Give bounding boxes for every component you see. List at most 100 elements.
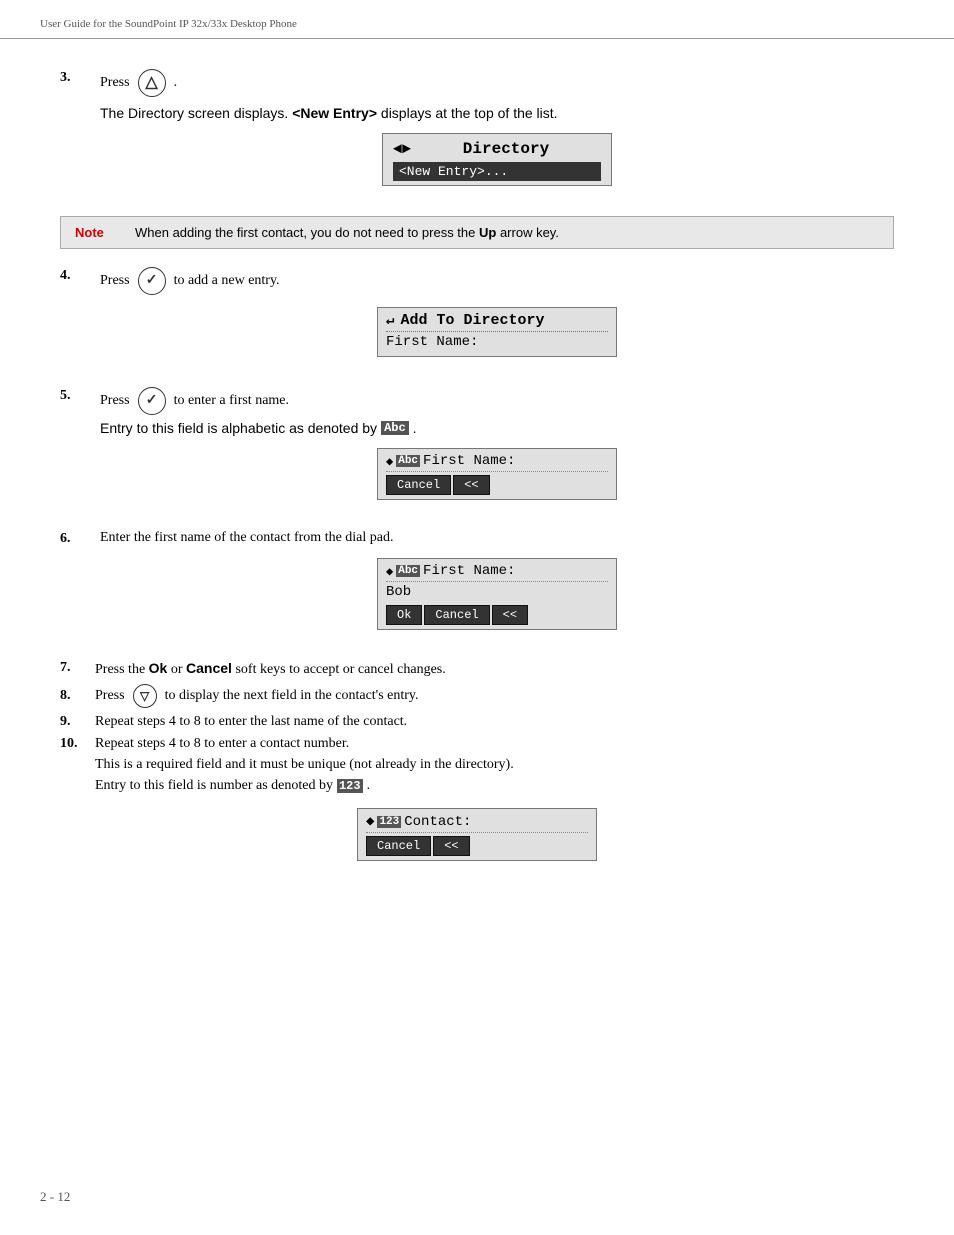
fn-abc-6: Abc: [396, 565, 420, 577]
step-10-sub2-text: Entry to this field is number as denoted…: [95, 778, 333, 794]
step-10-text: Repeat steps 4 to 8 to enter a contact n…: [95, 736, 349, 752]
fn-abc: Abc: [396, 455, 420, 467]
step-8: 8. Press ▽ to display the next field in …: [60, 684, 894, 708]
up-arrow-button[interactable]: △: [138, 69, 166, 97]
up-arrow-icon: △: [145, 75, 157, 91]
backspace-softkey-6[interactable]: <<: [492, 605, 528, 625]
step-7-body: Press the Ok or Cancel soft keys to acce…: [95, 660, 894, 678]
first-name-screen: ◆ Abc First Name: Cancel <<: [377, 448, 617, 500]
step-4-desc: to add a new entry.: [174, 273, 280, 289]
contact-screen-image: ◆ 123 Contact: Cancel <<: [60, 808, 894, 861]
step-5-text: Press ✓ to enter a first name.: [100, 387, 894, 415]
contact-num-label: 123: [377, 816, 401, 828]
step-3-screen: ◄► Directory <New Entry>...: [100, 133, 894, 186]
dir-title: Directory: [411, 140, 601, 158]
ok-softkey-6[interactable]: Ok: [386, 605, 422, 625]
step-10-sub1: This is a required field and it must be …: [95, 757, 514, 773]
contact-diamond-icon: ◆: [366, 813, 374, 830]
contact-cancel-softkey[interactable]: Cancel: [366, 836, 431, 856]
add-dir-header: ↵ Add To Directory: [386, 312, 608, 332]
step-3: 3. Press △ . The Directory screen displa…: [60, 69, 894, 194]
step-5-subtext: Entry to this field is alphabetic as den…: [100, 420, 894, 436]
step-4-screen: ↵ Add To Directory First Name:: [100, 307, 894, 357]
contact-softkeys: Cancel <<: [366, 836, 588, 856]
step-5: 5. Press ✓ to enter a first name. Entry …: [60, 387, 894, 508]
diamond-icon-6: ◆: [386, 564, 393, 579]
step-4-body: Press ✓ to add a new entry. ↵ Add To Dir…: [100, 267, 894, 365]
step-9: 9. Repeat steps 4 to 8 to enter the last…: [60, 714, 894, 730]
step-8-rest: to display the next field in the contact…: [165, 688, 419, 704]
step-8-body: Press ▽ to display the next field in the…: [95, 684, 894, 708]
note-text: When adding the first contact, you do no…: [135, 225, 559, 240]
step-7-or: or: [167, 662, 186, 677]
step-9-num: 9.: [60, 714, 95, 730]
bob-value: Bob: [386, 582, 608, 602]
step-6-number: 6.: [60, 530, 100, 547]
step-10: 10. Repeat steps 4 to 8 to enter a conta…: [60, 736, 894, 794]
backspace-softkey-5[interactable]: <<: [453, 475, 489, 495]
page-header: User Guide for the SoundPoint IP 32x/33x…: [0, 0, 954, 39]
step-6-desc: Enter the first name of the contact from…: [100, 530, 394, 546]
step-7-ok: Ok: [149, 660, 168, 676]
step-7-rest: soft keys to accept or cancel changes.: [232, 662, 446, 677]
step-6-screen: ◆ Abc First Name: Bob Ok Cancel <<: [100, 558, 894, 630]
step-5-screen: ◆ Abc First Name: Cancel <<: [100, 448, 894, 500]
step-6: 6. Enter the first name of the contact f…: [60, 530, 894, 638]
step-7-text: Press the: [95, 662, 149, 677]
dir-new-entry: <New Entry>...: [393, 162, 601, 181]
dir-arrows: ◄►: [393, 141, 411, 158]
step-7-num: 7.: [60, 660, 95, 676]
step-7: 7. Press the Ok or Cancel soft keys to a…: [60, 660, 894, 678]
first-name-bob-screen: ◆ Abc First Name: Bob Ok Cancel <<: [377, 558, 617, 630]
step-5-press: Press: [100, 393, 130, 409]
down-arrow-button[interactable]: ▽: [133, 684, 157, 708]
step-5-number: 5.: [60, 387, 100, 404]
dir-screen-header: ◄► Directory: [393, 138, 601, 160]
softkeys-row-6: Ok Cancel <<: [386, 605, 608, 625]
add-dir-title: Add To Directory: [400, 312, 544, 329]
step-4-press: Press: [100, 273, 130, 289]
cancel-softkey-6[interactable]: Cancel: [424, 605, 489, 625]
step-8-text: Press: [95, 688, 125, 704]
step-10-sub2: Entry to this field is number as denoted…: [95, 778, 514, 794]
step-8-num: 8.: [60, 688, 95, 704]
contact-header: ◆ 123 Contact:: [366, 813, 588, 833]
add-dir-back-arrow: ↵: [386, 312, 394, 329]
step-9-body: Repeat steps 4 to 8 to enter the last na…: [95, 714, 894, 730]
diamond-icon: ◆: [386, 454, 393, 469]
step-5-body: Press ✓ to enter a first name. Entry to …: [100, 387, 894, 508]
fn-header: ◆ Abc First Name:: [386, 453, 608, 472]
page-content: 3. Press △ . The Directory screen displa…: [0, 39, 954, 909]
note-box: Note When adding the first contact, you …: [60, 216, 894, 249]
check-icon-5: ✓: [146, 394, 158, 408]
step-3-description: The Directory screen displays. <New Entr…: [100, 105, 894, 121]
footer-page-number: 2 - 12: [40, 1189, 70, 1204]
directory-screen: ◄► Directory <New Entry>...: [382, 133, 612, 186]
check-icon-4: ✓: [146, 274, 158, 288]
step-6-text: Enter the first name of the contact from…: [100, 530, 894, 546]
cancel-softkey-5[interactable]: Cancel: [386, 475, 451, 495]
step-3-period: .: [174, 75, 178, 91]
step-4: 4. Press ✓ to add a new entry. ↵ Add To …: [60, 267, 894, 365]
step-4-text: Press ✓ to add a new entry.: [100, 267, 894, 295]
fn-field: First Name:: [423, 453, 515, 469]
fn-header-6: ◆ Abc First Name:: [386, 563, 608, 582]
step-7-cancel: Cancel: [186, 660, 232, 676]
contact-backspace-softkey[interactable]: <<: [433, 836, 469, 856]
note-label: Note: [75, 225, 135, 240]
fn-field-6: First Name:: [423, 563, 515, 579]
page-footer: 2 - 12: [40, 1189, 70, 1205]
down-arrow-icon: ▽: [140, 690, 149, 702]
num-label: 123: [337, 779, 363, 793]
add-to-directory-screen: ↵ Add To Directory First Name:: [377, 307, 617, 357]
step-3-number: 3.: [60, 69, 100, 86]
add-dir-field: First Name:: [386, 332, 608, 352]
check-button-4[interactable]: ✓: [138, 267, 166, 295]
header-text: User Guide for the SoundPoint IP 32x/33x…: [40, 18, 297, 30]
softkeys-row-5: Cancel <<: [386, 475, 608, 495]
check-button-5[interactable]: ✓: [138, 387, 166, 415]
note-text-part1: When adding the first contact, you do no…: [135, 225, 479, 240]
step-4-number: 4.: [60, 267, 100, 284]
abc-label: Abc: [381, 421, 409, 435]
steps-list: 7. Press the Ok or Cancel soft keys to a…: [60, 660, 894, 794]
